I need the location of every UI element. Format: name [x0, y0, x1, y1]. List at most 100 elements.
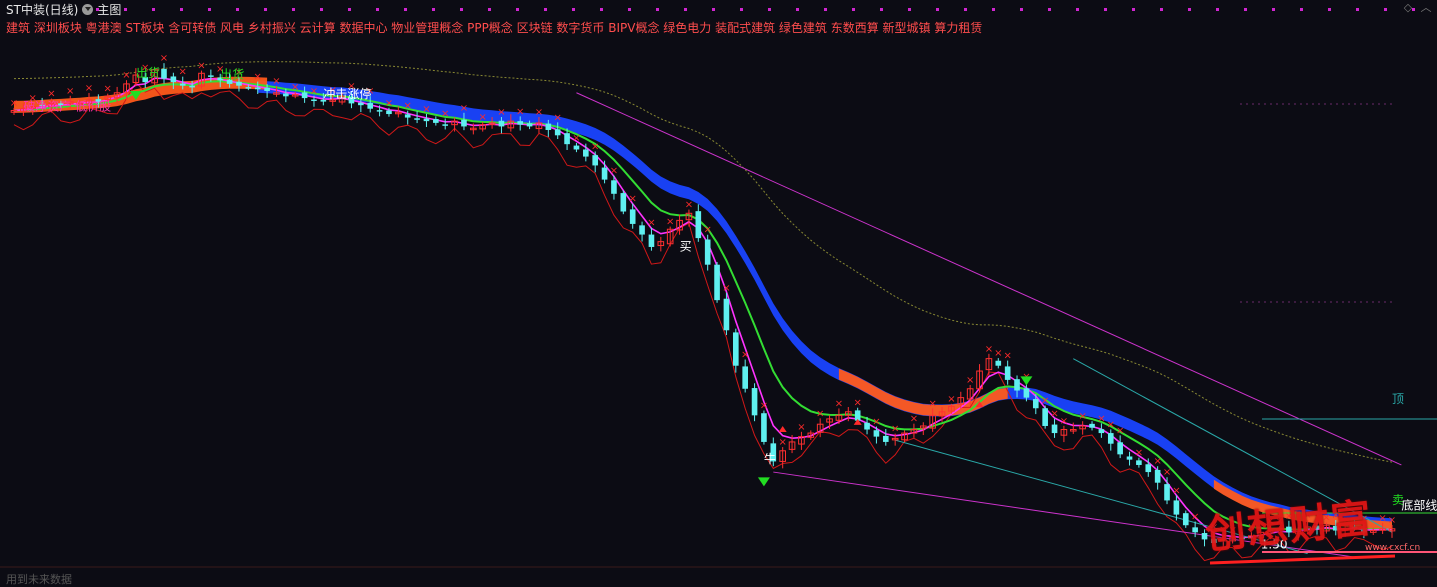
down-candle — [208, 75, 214, 77]
x-signal-mark: × — [591, 141, 599, 152]
signal-dot — [1300, 8, 1303, 11]
down-candle — [1042, 408, 1048, 426]
down-candle — [564, 133, 570, 145]
signal-dot — [1160, 8, 1163, 11]
signal-dot — [628, 8, 631, 11]
down-candle — [648, 234, 655, 247]
label-layer: 出货 出货破净资产 低价股冲击涨停买牛顶卖底部线1.50 — [23, 65, 1437, 551]
x-signal-mark: × — [516, 106, 524, 117]
down-candle — [742, 366, 748, 389]
x-signal-mark: × — [685, 200, 693, 211]
down-candle — [367, 103, 374, 109]
signal-dot — [1048, 8, 1051, 11]
green-down-triangle-marker — [757, 477, 770, 487]
x-signal-mark: × — [422, 104, 430, 115]
x-signal-mark: × — [947, 394, 955, 405]
diamond-icon[interactable]: ◇ — [1402, 2, 1414, 14]
annotation-label: 买 — [680, 240, 692, 254]
x-signal-mark: × — [741, 350, 749, 361]
signal-dot — [1328, 8, 1331, 11]
main-chart-label[interactable]: 主图 — [97, 1, 121, 18]
band-layer — [14, 76, 1393, 531]
x-signal-mark: × — [291, 82, 299, 93]
signal-dot — [908, 8, 911, 11]
signal-dot — [684, 8, 687, 11]
down-candle — [442, 124, 449, 126]
magenta-ma-line — [13, 77, 1393, 539]
signal-dot — [1384, 8, 1387, 11]
x-signal-mark: × — [853, 398, 861, 409]
x-signal-mark: × — [1388, 515, 1396, 526]
down-candle — [1051, 424, 1058, 434]
signal-dot — [404, 8, 407, 11]
x-signal-mark: × — [1163, 467, 1171, 478]
dropdown-circle-icon[interactable] — [82, 3, 94, 15]
down-candle — [311, 99, 317, 102]
x-signal-mark: × — [441, 108, 449, 119]
signal-dot — [516, 8, 519, 11]
x-signal-mark: × — [647, 218, 655, 229]
candle-layer — [10, 63, 1396, 547]
x-signal-mark: × — [160, 53, 168, 64]
down-candle — [1117, 442, 1123, 455]
x-signal-mark: × — [872, 417, 880, 428]
footer-note: 用到未来数据 — [6, 573, 72, 586]
x-signal-mark: × — [197, 61, 205, 72]
collapse-chevron-icon[interactable]: ︿ — [1420, 2, 1432, 14]
signal-dot — [432, 8, 435, 11]
down-candle — [386, 110, 392, 115]
signal-dot — [992, 8, 995, 11]
signal-dot — [572, 8, 575, 11]
annotation-label: 牛 — [764, 451, 776, 466]
signal-dot — [460, 8, 463, 11]
down-candle — [283, 93, 289, 97]
annotation-label: 出货 — [136, 65, 160, 80]
x-signal-mark: × — [1060, 416, 1068, 427]
down-candle — [695, 211, 702, 239]
signal-dot — [320, 8, 323, 11]
down-candle — [1089, 423, 1095, 428]
down-candle — [1164, 484, 1170, 501]
down-candle — [751, 388, 758, 416]
upper-channel-line — [576, 92, 1402, 466]
down-candle — [404, 114, 411, 118]
signal-dot — [264, 8, 267, 11]
x-signal-mark: × — [1097, 413, 1105, 424]
down-candle — [1136, 460, 1142, 465]
signal-dot — [348, 8, 351, 11]
x-signal-mark: × — [891, 424, 899, 435]
down-candle — [161, 69, 167, 79]
x-signal-mark: × — [610, 166, 618, 177]
down-candle — [1192, 527, 1198, 533]
signal-dot — [1188, 8, 1191, 11]
stock-title[interactable]: ST中装(日线) — [6, 1, 78, 18]
annotation-label: 破净资产 低价股 — [23, 98, 111, 113]
x-signal-mark: × — [1078, 411, 1086, 422]
signal-dot — [488, 8, 491, 11]
x-signal-mark: × — [760, 401, 768, 412]
down-candle — [376, 110, 383, 112]
down-candle — [723, 298, 730, 331]
x-signal-mark: × — [1107, 419, 1115, 430]
down-candle — [1173, 500, 1180, 515]
signal-dot — [236, 8, 239, 11]
signal-dot — [376, 8, 379, 11]
down-candle — [236, 81, 242, 86]
annotation-label: 顶 — [1392, 392, 1404, 406]
down-candle — [301, 92, 308, 99]
annotation-label: 冲击涨停 — [323, 86, 371, 101]
signal-dot — [656, 8, 659, 11]
x-signal-mark: × — [1191, 512, 1199, 523]
signal-dot — [964, 8, 967, 11]
down-candle — [995, 360, 1002, 366]
kline-chart[interactable]: × × × × × ×××××× × × × ×× × × × ×× × × ××× × × × ×××××× ×××××… — [0, 0, 1437, 582]
down-candle — [545, 123, 552, 130]
red-low-line — [13, 81, 1393, 562]
signal-dot — [852, 8, 855, 11]
down-candle — [1098, 429, 1105, 434]
down-candle — [714, 264, 720, 301]
signal-dot — [880, 8, 883, 11]
down-candle — [864, 422, 870, 430]
down-candle — [433, 118, 439, 123]
signal-dot — [152, 8, 155, 11]
